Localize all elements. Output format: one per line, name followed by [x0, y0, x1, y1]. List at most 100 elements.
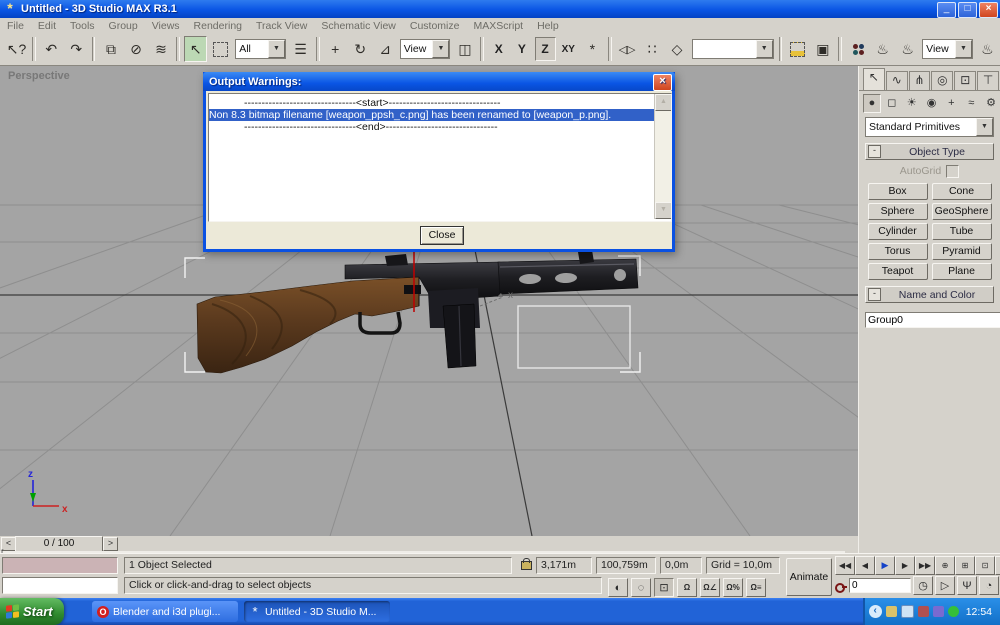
go-to-start-icon[interactable]: ◀◀: [835, 556, 855, 575]
next-frame-icon[interactable]: ▶: [895, 556, 915, 575]
collapse-icon[interactable]: -: [868, 145, 881, 158]
collapse-icon[interactable]: -: [868, 288, 881, 301]
select-and-rotate-icon[interactable]: ↻: [349, 36, 372, 62]
menu-item-schematic-view[interactable]: Schematic View: [314, 20, 403, 32]
dialog-close-button[interactable]: ×: [653, 74, 672, 91]
select-cursor-icon[interactable]: ▷: [935, 576, 955, 595]
select-and-move-icon[interactable]: +: [324, 36, 347, 62]
render-scene-icon[interactable]: ♨: [871, 36, 894, 62]
render-type-dropdown[interactable]: View▼: [922, 39, 973, 59]
help-mode-icon[interactable]: ↖?: [5, 36, 28, 62]
object-button-pyramid[interactable]: Pyramid: [932, 243, 992, 260]
named-sets-icon[interactable]: [786, 36, 809, 62]
lights-category-icon[interactable]: ☀: [903, 94, 921, 113]
spacewarps-category-icon[interactable]: ≈: [962, 94, 980, 113]
create-tab[interactable]: ↖: [863, 68, 885, 90]
play-icon[interactable]: ▶: [875, 556, 895, 575]
menu-item-file[interactable]: File: [0, 20, 31, 32]
select-and-scale-icon[interactable]: ⊿: [374, 36, 397, 62]
redo-icon[interactable]: ↷: [65, 36, 88, 62]
snap-3d-icon[interactable]: Ω: [677, 578, 697, 597]
warning-line[interactable]: Non 8.3 bitmap filename [weapon_ppsh_c.p…: [209, 109, 671, 121]
degradation-override-icon[interactable]: ◐: [608, 578, 628, 597]
object-type-rollout[interactable]: - Object Type: [865, 143, 994, 160]
menu-item-customize[interactable]: Customize: [403, 20, 467, 32]
coord-x-field[interactable]: 3,171m: [536, 557, 592, 574]
zoom-icon[interactable]: ⊕: [935, 556, 955, 575]
tray-chevron-icon[interactable]: ‹: [869, 605, 882, 618]
angle-snap-icon[interactable]: Ω∠: [700, 578, 720, 597]
hierarchy-tab[interactable]: ⋔: [909, 71, 931, 90]
menu-item-edit[interactable]: Edit: [31, 20, 63, 32]
dialog-close-action-button[interactable]: Close: [420, 226, 464, 245]
restrict-xy-button[interactable]: XY: [558, 37, 579, 61]
spinner-snap-icon[interactable]: Ω≡: [746, 578, 766, 597]
render-last-icon[interactable]: ♨: [976, 36, 999, 62]
chevron-down-icon[interactable]: ▼: [976, 118, 993, 136]
restrict-y-button[interactable]: Y: [511, 37, 532, 61]
start-button[interactable]: Start: [0, 598, 64, 625]
scroll-down-icon[interactable]: ▼: [655, 202, 672, 219]
maxscript-listener-input[interactable]: [2, 577, 118, 594]
taskbar-task-0[interactable]: OBlender and i3d plugi...: [92, 601, 238, 622]
object-button-geosphere[interactable]: GeoSphere: [932, 203, 992, 220]
minimize-button[interactable]: _: [937, 2, 956, 18]
helpers-category-icon[interactable]: +: [942, 94, 960, 113]
select-by-name-icon[interactable]: ☰: [289, 36, 312, 62]
ik-toggle-icon[interactable]: *: [581, 36, 604, 62]
material-editor-icon[interactable]: [846, 36, 869, 62]
time-slider[interactable]: 0 / 100: [15, 536, 103, 552]
mirror-icon[interactable]: ◁▷: [616, 36, 639, 62]
selection-lock-icon[interactable]: [521, 561, 532, 570]
chevron-down-icon[interactable]: ▼: [432, 40, 449, 58]
tray-image-icon[interactable]: [886, 606, 897, 617]
chevron-down-icon[interactable]: ▼: [268, 40, 285, 58]
dialog-titlebar[interactable]: Output Warnings: ×: [203, 72, 675, 91]
object-name-input[interactable]: [865, 312, 1000, 328]
object-button-torus[interactable]: Torus: [868, 243, 928, 260]
chevron-down-icon[interactable]: ▼: [955, 40, 972, 58]
pivot-center-icon[interactable]: ◫: [453, 36, 476, 62]
motion-tab[interactable]: ◎: [931, 71, 953, 90]
coord-y-field[interactable]: 100,759m: [596, 557, 656, 574]
listbox-scrollbar[interactable]: ▲ ▼: [654, 94, 671, 219]
region-select-icon[interactable]: [209, 36, 232, 62]
menu-item-help[interactable]: Help: [530, 20, 566, 32]
tray-display-icon[interactable]: [901, 605, 914, 618]
tray-network-icon[interactable]: [918, 606, 929, 617]
menu-item-tools[interactable]: Tools: [63, 20, 102, 32]
time-configuration-icon[interactable]: ◷: [913, 576, 933, 595]
maxscript-listener-macro[interactable]: [2, 557, 118, 574]
object-button-plane[interactable]: Plane: [932, 263, 992, 280]
zoom-all-icon[interactable]: ⊞: [955, 556, 975, 575]
object-button-cone[interactable]: Cone: [932, 183, 992, 200]
bind-to-spacewarp-icon[interactable]: ≋: [149, 36, 172, 62]
zoom-extents-icon[interactable]: ⊡: [975, 556, 995, 575]
name-color-rollout[interactable]: - Name and Color: [865, 286, 994, 303]
viewport-label[interactable]: Perspective: [8, 70, 70, 82]
shapes-category-icon[interactable]: ◻: [883, 94, 901, 113]
reference-coord-dropdown[interactable]: View▼: [400, 39, 451, 59]
warning-listbox[interactable]: --------------------------------<start>-…: [208, 93, 672, 222]
previous-frame-icon[interactable]: ◀: [855, 556, 875, 575]
dotted-sphere-icon[interactable]: ◌: [631, 578, 651, 597]
quick-render-icon[interactable]: ♨: [896, 36, 919, 62]
snap-toggle-icon[interactable]: ⊡: [654, 578, 674, 597]
key-mode-icon[interactable]: [835, 580, 847, 592]
array-icon[interactable]: ∷: [641, 36, 664, 62]
menu-item-group[interactable]: Group: [102, 20, 145, 32]
close-button[interactable]: ×: [979, 2, 998, 18]
object-button-tube[interactable]: Tube: [932, 223, 992, 240]
primitive-category-dropdown[interactable]: Standard Primitives ▼: [865, 117, 994, 137]
arc-rotate-icon[interactable]: ◔: [979, 576, 999, 595]
utilities-tab[interactable]: ⊤: [977, 71, 999, 90]
unlink-selection-icon[interactable]: ⊘: [124, 36, 147, 62]
menu-item-maxscript[interactable]: MAXScript: [466, 20, 530, 32]
autogrid-checkbox[interactable]: [946, 165, 959, 178]
restore-button[interactable]: □: [958, 2, 977, 18]
selection-filter-dropdown[interactable]: All▼: [235, 39, 286, 59]
taskbar-task-1[interactable]: *Untitled - 3D Studio M...: [244, 601, 390, 622]
undo-icon[interactable]: ↶: [40, 36, 63, 62]
scroll-up-icon[interactable]: ▲: [655, 94, 672, 111]
restrict-x-button[interactable]: X: [488, 37, 509, 61]
